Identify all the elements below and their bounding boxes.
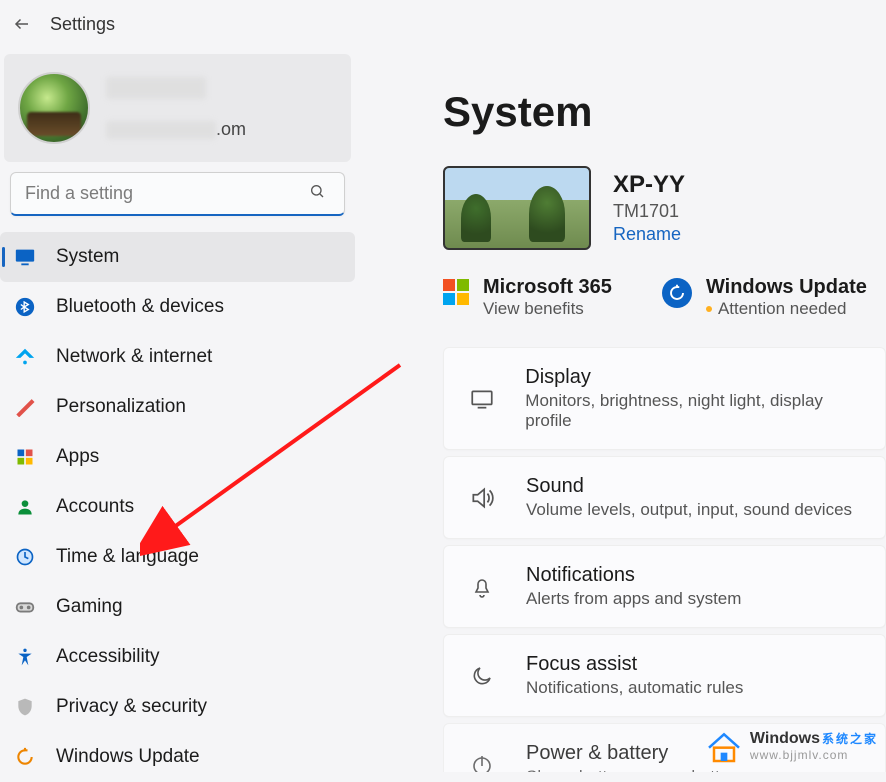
update-icon <box>12 744 38 770</box>
card-sub: Alerts from apps and system <box>526 589 741 609</box>
card-title: Notifications <box>526 564 741 587</box>
sidebar-item-label: Apps <box>56 446 99 468</box>
display-icon <box>468 386 495 412</box>
microsoft-365-block[interactable]: Microsoft 365 View benefits <box>443 276 612 319</box>
avatar <box>18 72 90 144</box>
attention-dot-icon <box>706 306 712 312</box>
sidebar-item-bluetooth[interactable]: Bluetooth & devices <box>0 282 355 332</box>
profile-card[interactable]: .om <box>4 54 351 162</box>
house-icon <box>704 726 744 766</box>
windows-update-block[interactable]: Windows Update Attention needed <box>662 276 867 319</box>
sidebar-item-label: Bluetooth & devices <box>56 296 224 318</box>
gamepad-icon <box>12 594 38 620</box>
sidebar-item-label: Accessibility <box>56 646 159 668</box>
sidebar-item-system[interactable]: System <box>0 232 355 282</box>
sound-icon <box>468 485 496 511</box>
card-title: Sound <box>526 475 852 498</box>
nav-list: System Bluetooth & devices Network & int… <box>0 232 355 782</box>
sidebar-item-label: Privacy & security <box>56 696 207 718</box>
profile-name-redacted <box>106 77 206 99</box>
bell-icon <box>468 575 496 599</box>
card-title: Display <box>525 366 865 389</box>
sidebar-item-windows-update[interactable]: Windows Update <box>0 732 355 782</box>
sidebar-item-accessibility[interactable]: Accessibility <box>0 632 355 682</box>
sidebar-item-network[interactable]: Network & internet <box>0 332 355 382</box>
sidebar-item-label: Network & internet <box>56 346 212 368</box>
sidebar-item-label: System <box>56 246 119 268</box>
card-sub: Volume levels, output, input, sound devi… <box>526 500 852 520</box>
card-sub: Notifications, automatic rules <box>526 678 743 698</box>
card-sub: Monitors, brightness, night light, displ… <box>525 391 865 431</box>
sidebar-item-personalization[interactable]: Personalization <box>0 382 355 432</box>
wu-title: Windows Update <box>706 276 867 299</box>
settings-card-sound[interactable]: Sound Volume levels, output, input, soun… <box>443 456 886 539</box>
sidebar-item-accounts[interactable]: Accounts <box>0 482 355 532</box>
sidebar-item-privacy[interactable]: Privacy & security <box>0 682 355 732</box>
sidebar-item-gaming[interactable]: Gaming <box>0 582 355 632</box>
page-title: System <box>443 88 886 136</box>
settings-card-display[interactable]: Display Monitors, brightness, night ligh… <box>443 347 886 450</box>
monitor-icon <box>12 244 38 270</box>
paintbrush-icon <box>12 394 38 420</box>
sidebar-item-apps[interactable]: Apps <box>0 432 355 482</box>
sync-icon <box>662 278 692 308</box>
card-sub: Sleep, battery usage, battery saver <box>526 767 790 772</box>
shield-icon <box>12 694 38 720</box>
device-thumbnail <box>443 166 591 250</box>
card-title: Focus assist <box>526 653 743 676</box>
settings-card-notifications[interactable]: Notifications Alerts from apps and syste… <box>443 545 886 628</box>
sidebar-item-label: Time & language <box>56 546 199 568</box>
device-name: XP-YY <box>613 171 685 199</box>
ms365-sub: View benefits <box>483 299 612 319</box>
profile-email: .om <box>106 119 337 140</box>
wu-sub: Attention needed <box>706 299 867 319</box>
microsoft-logo-icon <box>443 279 469 305</box>
back-icon[interactable] <box>12 14 32 34</box>
apps-icon <box>12 444 38 470</box>
settings-card-focus[interactable]: Focus assist Notifications, automatic ru… <box>443 634 886 717</box>
ms365-title: Microsoft 365 <box>483 276 612 299</box>
sidebar-item-time-language[interactable]: Time & language <box>0 532 355 582</box>
wifi-icon <box>12 344 38 370</box>
window-title: Settings <box>50 14 115 35</box>
sidebar-item-label: Gaming <box>56 596 123 618</box>
rename-link[interactable]: Rename <box>613 224 685 245</box>
search-input[interactable] <box>10 172 345 216</box>
clock-globe-icon <box>12 544 38 570</box>
sidebar-item-label: Personalization <box>56 396 186 418</box>
power-icon <box>468 753 496 773</box>
sidebar-item-label: Accounts <box>56 496 134 518</box>
moon-icon <box>468 664 496 688</box>
sidebar-item-label: Windows Update <box>56 746 200 768</box>
sidebar: .om System Bluetooth & devices <box>0 48 355 772</box>
watermark: Windows系统之家 www.bjjmlv.com <box>704 726 878 766</box>
main-content: System XP-YY TM1701 Rename Microsoft 365… <box>355 48 886 772</box>
person-icon <box>12 494 38 520</box>
device-model: TM1701 <box>613 201 685 222</box>
accessibility-icon <box>12 644 38 670</box>
bluetooth-icon <box>12 294 38 320</box>
